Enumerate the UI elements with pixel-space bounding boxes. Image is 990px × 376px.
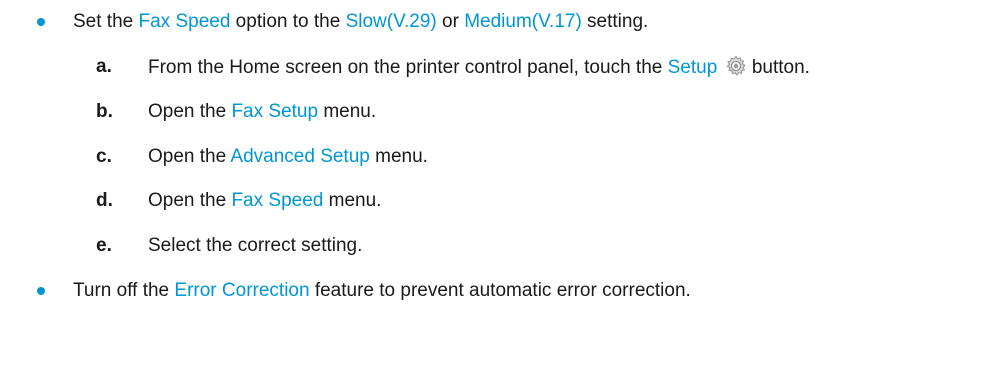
text: Turn off the	[73, 280, 175, 301]
gear-icon	[726, 55, 746, 76]
text: From the Home screen on the printer cont…	[148, 57, 668, 78]
fax-setup-term: Fax Setup	[231, 101, 319, 122]
medium-v17-term: Medium(V.17)	[464, 11, 582, 32]
advanced-setup-term: Advanced Setup	[230, 146, 370, 167]
fax-speed-term: Fax Speed	[138, 11, 231, 32]
text: Set the	[73, 11, 139, 32]
step-letter: b.	[96, 101, 113, 122]
step-letter: d.	[96, 190, 113, 211]
step-b: Open the Fax Setup menu.	[148, 100, 376, 124]
step-c: Open the Advanced Setup menu.	[148, 145, 428, 169]
slow-v29-term: Slow(V.29)	[345, 11, 437, 32]
step-letter: e.	[96, 235, 112, 256]
text: menu.	[318, 101, 377, 122]
text: feature to prevent automatic error corre…	[309, 280, 691, 301]
step-letter: c.	[96, 146, 112, 167]
text: setting.	[581, 11, 649, 32]
text: Open the	[148, 101, 232, 122]
text: Select the correct setting.	[148, 235, 363, 256]
step-letter: a.	[96, 56, 112, 77]
setup-term: Setup	[667, 57, 718, 78]
text: Open the	[148, 190, 232, 211]
text: menu.	[369, 146, 428, 167]
bullet-marker	[37, 18, 45, 26]
text: Open the	[148, 146, 231, 167]
error-correction-term: Error Correction	[174, 280, 310, 301]
text: menu.	[323, 190, 382, 211]
step-d: Open the Fax Speed menu.	[148, 189, 381, 213]
fax-speed-term: Fax Speed	[231, 190, 324, 211]
bullet-marker	[37, 287, 45, 295]
step-a: From the Home screen on the printer cont…	[148, 55, 810, 80]
bullet-item-fax-speed: Set the Fax Speed option to the Slow(V.2…	[73, 10, 648, 34]
bullet-item-error-correction: Turn off the Error Correction feature to…	[73, 279, 691, 303]
text: or	[436, 11, 465, 32]
text: option to the	[230, 11, 346, 32]
step-e: Select the correct setting.	[148, 234, 362, 258]
text: button.	[746, 57, 810, 78]
